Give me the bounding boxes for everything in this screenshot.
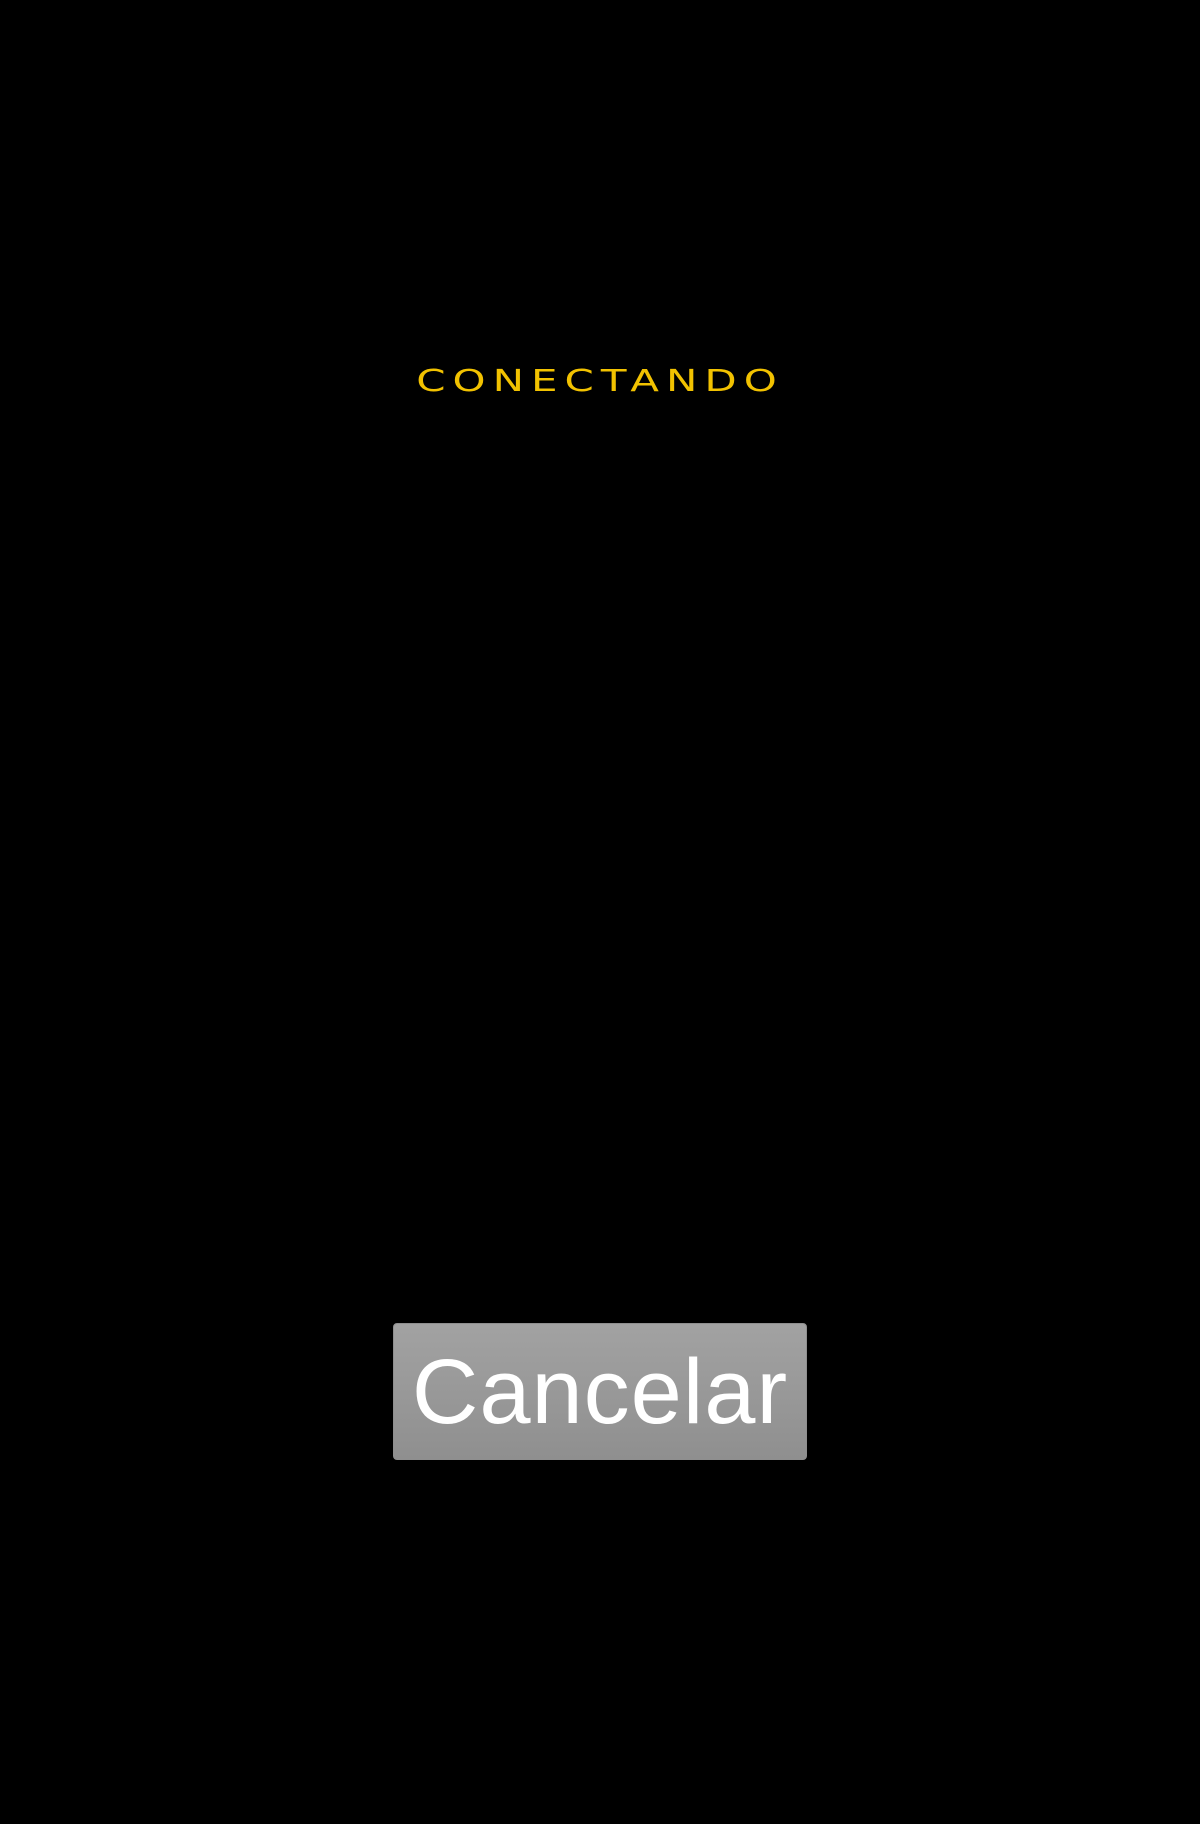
cancel-button-label: Cancelar: [411, 1340, 789, 1443]
connecting-screen: CONECTANDO Cancelar: [0, 0, 1200, 1824]
cancel-button[interactable]: Cancelar: [393, 1323, 807, 1460]
connecting-status-text: CONECTANDO: [416, 363, 784, 399]
